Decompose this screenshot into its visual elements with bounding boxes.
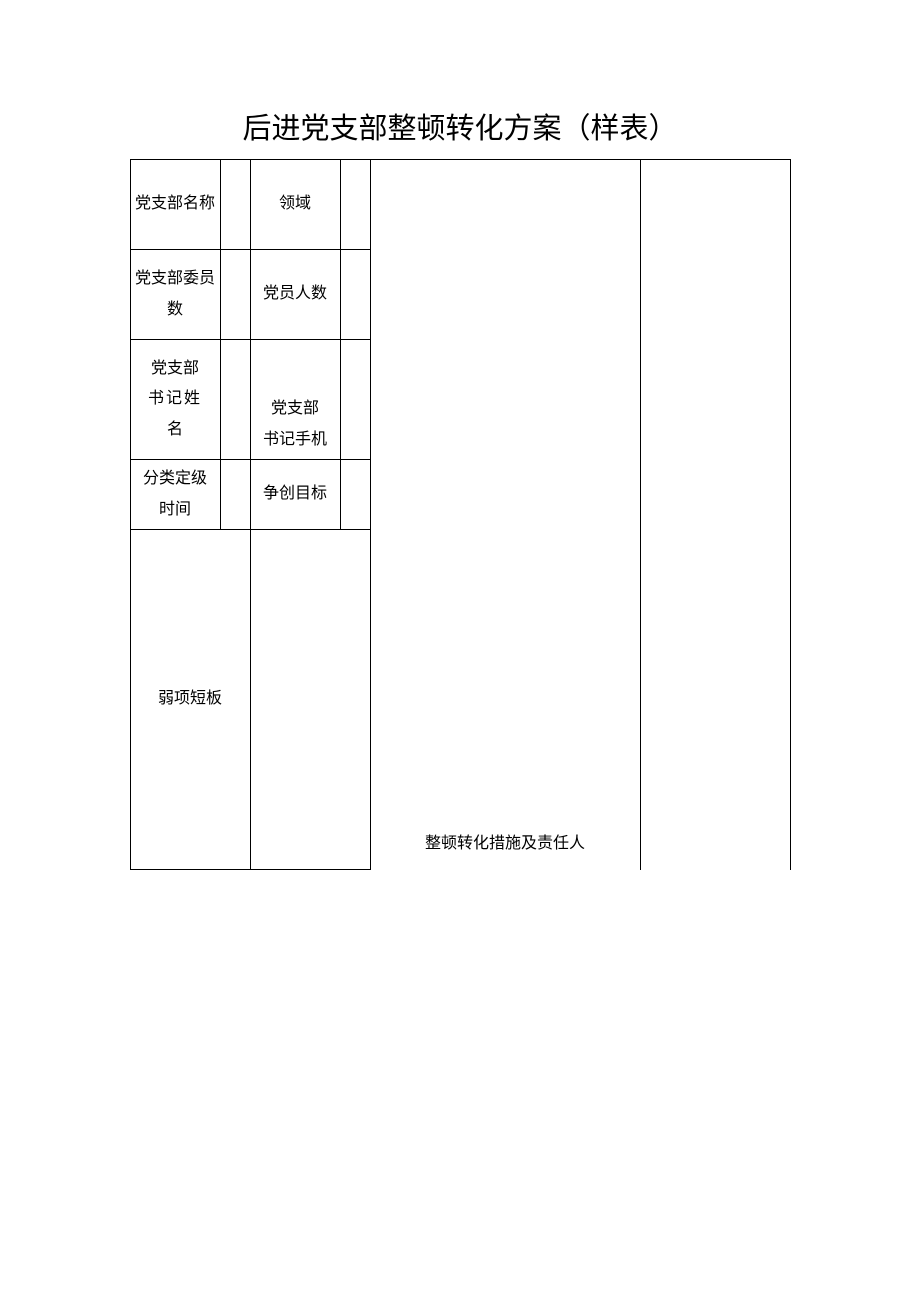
value-committee-count [220, 250, 250, 340]
form-table: 党支部名称 领域 整顿转化措施及责任人 党支部委员数 党员人数 党支部 书记姓 … [130, 159, 791, 870]
label-goal: 争创目标 [250, 460, 340, 530]
value-secretary-name [220, 340, 250, 460]
value-secretary-phone [340, 340, 370, 460]
label-measures: 整顿转化措施及责任人 [370, 160, 640, 870]
label-classification-time: 分类定级 时间 [130, 460, 220, 530]
value-goal [340, 460, 370, 530]
value-domain [340, 160, 370, 250]
label-weaknesses: 弱项短板 [130, 530, 250, 870]
label-secretary-name: 党支部 书记姓 名 [130, 340, 220, 460]
label-domain: 领域 [250, 160, 340, 250]
value-measures-extra [640, 160, 790, 870]
label-committee-count: 党支部委员数 [130, 250, 220, 340]
label-member-count: 党员人数 [250, 250, 340, 340]
value-branch-name [220, 160, 250, 250]
page-title: 后进党支部整顿转化方案（样表） [0, 105, 920, 147]
label-branch-name: 党支部名称 [130, 160, 220, 250]
label-secretary-phone: 党支部 书记手机 [250, 340, 340, 460]
value-member-count [340, 250, 370, 340]
value-weaknesses [250, 530, 370, 870]
value-classification-time [220, 460, 250, 530]
